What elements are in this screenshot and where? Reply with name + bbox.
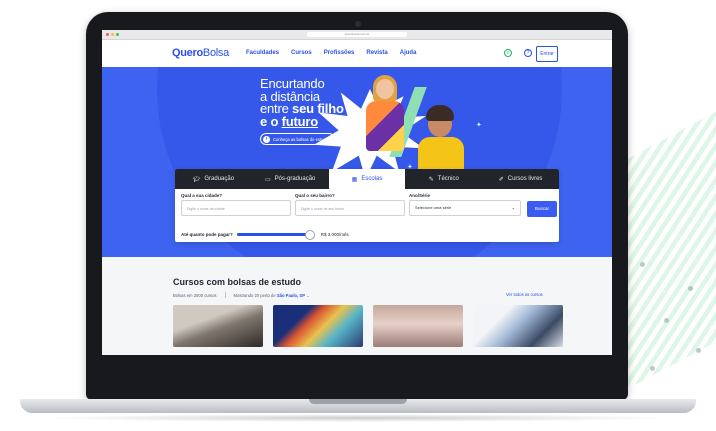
nav-item-cursos[interactable]: Cursos [291, 50, 312, 56]
tab-label: Escolas [361, 176, 383, 182]
chevron-down-icon: ⌄ [511, 205, 515, 210]
course-card-image[interactable] [373, 305, 463, 347]
nav-item-faculdades[interactable]: Faculdades [246, 50, 279, 56]
hero-headline: Encurtando a distância entre seu filho e… [260, 77, 380, 129]
pencil-icon: ✐ [498, 176, 504, 183]
briefcase-icon: ▭ [265, 176, 271, 183]
decorative-dot [650, 366, 655, 371]
site-header: QueroBolsa Faculdades Cursos Profissões … [102, 40, 612, 68]
tab-label: Pós-graduação [274, 176, 316, 182]
header-icons: ✆ ? [504, 49, 532, 57]
divider [224, 292, 226, 298]
tab-pos-graduacao[interactable]: ▭ Pós-graduação [251, 169, 329, 189]
city-input[interactable]: Digite o nome da cidade [181, 200, 291, 216]
location-prefix: Mostrando 20 perto de [233, 292, 277, 298]
course-card-image[interactable] [273, 305, 363, 347]
hero-banner: ✦ ✦ Encurtando a distância entre seu fil… [102, 67, 612, 257]
help-icon[interactable]: ? [524, 49, 532, 57]
laptop-notch [309, 399, 407, 404]
district-field-group: Qual o seu bairro? Digite o nome de seu … [295, 193, 405, 216]
city-label: Qual a sua cidade? [181, 193, 223, 198]
logo-regular: Bolsa [202, 47, 229, 59]
courses-subtitle: Bolsas em 2000 cursos Mostrando 20 perto… [173, 292, 310, 298]
tab-label: Graduação [204, 176, 235, 182]
maximize-window-icon[interactable] [116, 33, 119, 36]
address-bar[interactable]: querobolsa.com.br [307, 32, 407, 37]
course-card-image[interactable] [473, 305, 563, 347]
nav-item-profissoes[interactable]: Profissões [324, 50, 355, 56]
grade-select[interactable]: Selecione uma série ⌄ [409, 200, 521, 216]
close-window-icon[interactable] [106, 33, 109, 36]
course-card-image[interactable] [173, 305, 263, 347]
nav-item-revista[interactable]: Revista [366, 50, 387, 56]
querobolsa-logo[interactable]: QueroBolsa [172, 47, 229, 59]
search-button[interactable]: Buscar [527, 201, 557, 217]
courses-section: Cursos com bolsas de estudo Bolsas em 20… [102, 257, 612, 355]
cta-label: Conheça as bolsas de estudo [273, 136, 329, 142]
location-text: Mostrando 20 perto de São Paulo, SP ⌄ [234, 293, 310, 298]
tab-escolas[interactable]: ▦ Escolas [328, 169, 406, 189]
school-icon: ▦ [351, 176, 358, 183]
login-button[interactable]: Entrar [536, 46, 558, 62]
price-slider[interactable] [236, 229, 315, 240]
whatsapp-icon[interactable]: ✆ [504, 49, 512, 57]
laptop-screen: querobolsa.com.br QueroBolsa Faculdades … [102, 30, 612, 355]
minimize-window-icon[interactable] [111, 33, 114, 36]
decorative-dot [640, 262, 645, 267]
graduation-cap-icon: 🎓︎ [192, 176, 201, 183]
tools-icon: ✎ [428, 176, 434, 183]
city-field-group: Qual a sua cidade? Digite o nome da cida… [181, 193, 291, 216]
nav-item-ajuda[interactable]: Ajuda [400, 50, 417, 56]
hero-line-4-underline: futuro [281, 113, 319, 129]
price-label: Até quanto pode pagar? [181, 231, 233, 237]
chevron-down-icon: ⌄ [306, 292, 310, 298]
search-tabs: 🎓︎ Graduação ▭ Pós-graduação ▦ Escolas ✎ Téc… [175, 169, 559, 189]
location-selector[interactable]: São Paulo, SP [277, 293, 305, 298]
courses-title: Cursos com bolsas de estudo [173, 277, 302, 287]
grade-label: Ano/Série [409, 193, 431, 198]
tab-tecnico[interactable]: ✎ Técnico [405, 169, 483, 189]
search-fields: Qual a sua cidade? Digite o nome da cida… [181, 193, 557, 223]
price-slider-row: Até quanto pode pagar? R$ 3.000/mês [181, 229, 553, 240]
grade-field-group: Ano/Série Selecione uma série ⌄ [409, 193, 521, 216]
tab-label: Cursos livres [507, 176, 543, 182]
scholarships-cta-button[interactable]: › Conheça as bolsas de estudo [260, 133, 336, 145]
tab-label: Técnico [437, 176, 459, 182]
sparkle-icon: ✦ [476, 122, 482, 129]
district-input[interactable]: Digite o nome de seu bairro [295, 200, 405, 216]
decorative-dot [664, 318, 669, 323]
laptop-shadow [40, 414, 676, 422]
hero-line-4-bold: e o [260, 113, 282, 129]
district-label: Qual o seu bairro? [295, 193, 335, 198]
main-nav: Faculdades Cursos Profissões Revista Aju… [246, 50, 416, 56]
see-all-courses-link[interactable]: Ver todos os cursos [506, 292, 543, 297]
price-value: R$ 3.000/mês [320, 231, 349, 237]
camera-icon [355, 21, 361, 27]
logo-bold: Quero [172, 47, 203, 59]
price-slider-handle[interactable] [304, 229, 315, 240]
search-card: 🎓︎ Graduação ▭ Pós-graduação ▦ Escolas ✎ Téc… [175, 169, 559, 242]
play-icon: › [263, 135, 270, 143]
decorative-dot [688, 286, 693, 291]
hero-line-4: e o futuro [260, 113, 380, 129]
tab-cursos-livres[interactable]: ✐ Cursos livres [482, 169, 559, 189]
browser-toolbar: querobolsa.com.br [102, 30, 612, 40]
courses-count: Bolsas em 2000 cursos [173, 292, 217, 298]
decorative-dot [696, 348, 701, 353]
course-cards [173, 305, 563, 347]
grade-select-value: Selecione uma série [415, 205, 452, 210]
tab-graduacao[interactable]: 🎓︎ Graduação [175, 169, 252, 189]
